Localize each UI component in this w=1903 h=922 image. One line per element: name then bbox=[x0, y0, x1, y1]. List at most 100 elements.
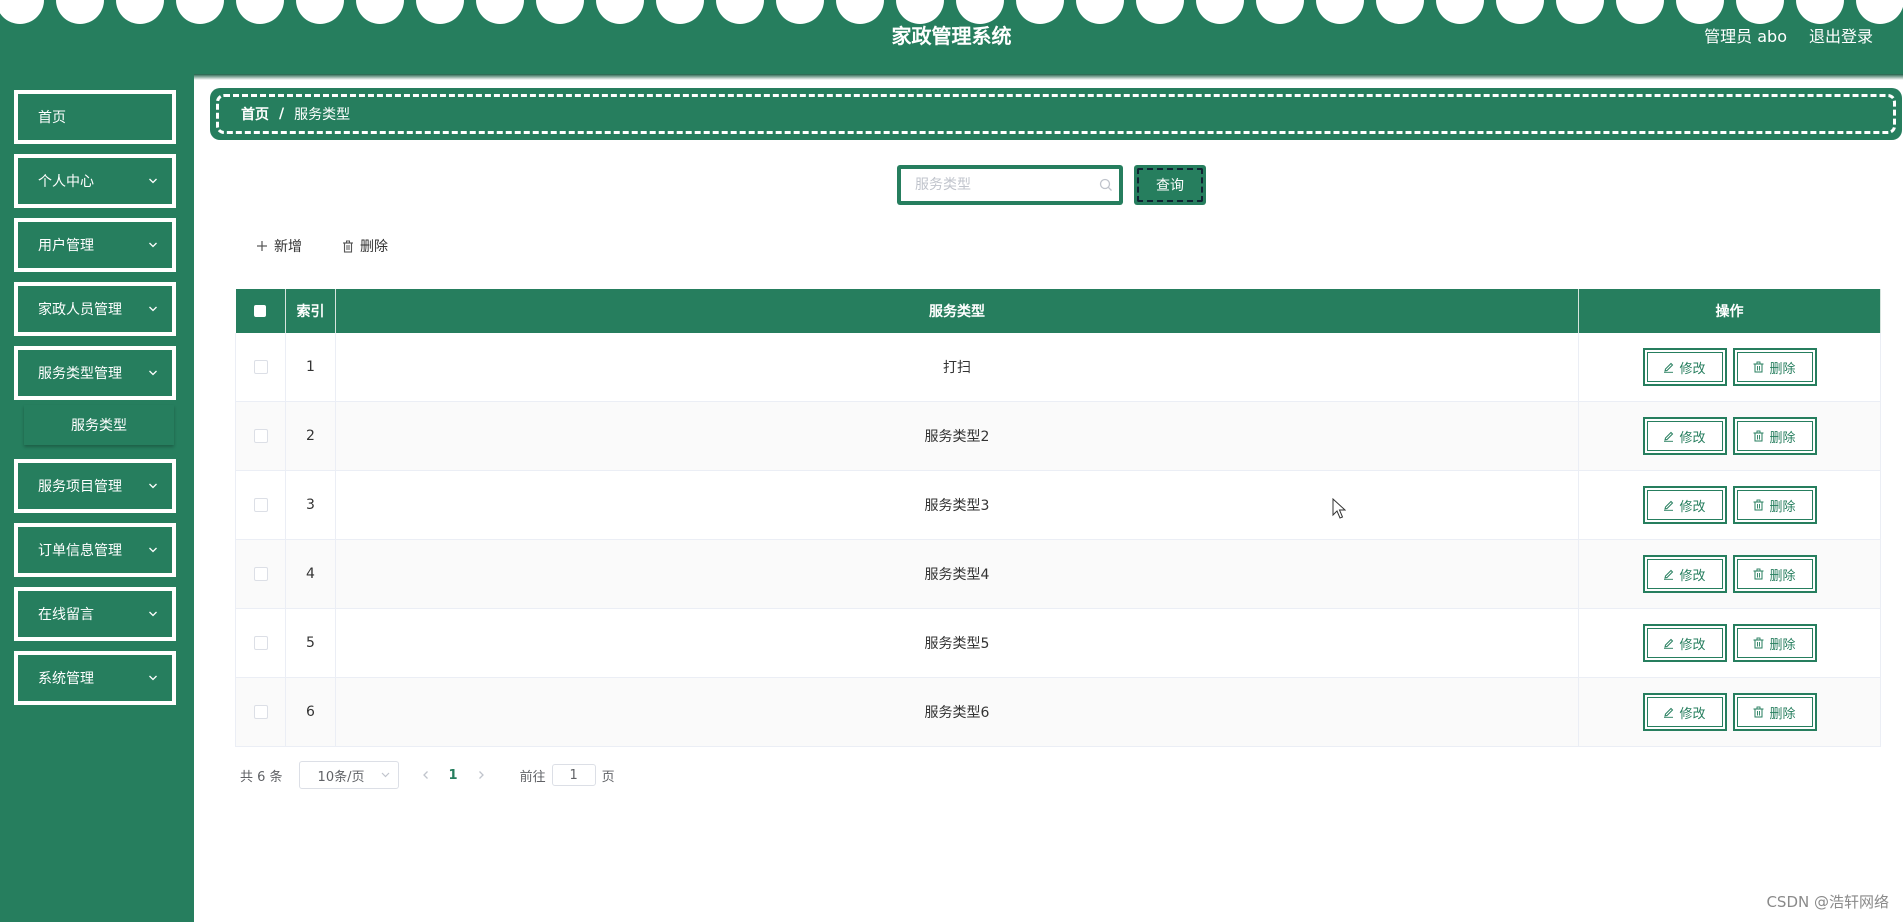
search-button-label: 查询 bbox=[1156, 178, 1184, 194]
sidebar-item[interactable]: 个人中心 bbox=[14, 154, 176, 208]
row-checkbox[interactable] bbox=[253, 567, 268, 581]
delete-button-label: 删除 bbox=[1769, 499, 1796, 515]
trash-icon bbox=[1753, 361, 1764, 373]
row-select-cell bbox=[235, 470, 286, 540]
row-checkbox[interactable] bbox=[253, 360, 268, 374]
row-index: 5 bbox=[285, 608, 336, 678]
sidebar-subitem-service-type[interactable]: 服务类型 bbox=[24, 405, 174, 445]
pencil-icon bbox=[1664, 707, 1674, 718]
edit-button-label: 修改 bbox=[1679, 361, 1706, 377]
breadcrumb-home[interactable]: 首页 bbox=[241, 104, 269, 124]
pencil-icon bbox=[1664, 362, 1674, 373]
chevron-down-icon bbox=[149, 242, 157, 248]
pencil-icon bbox=[1664, 431, 1674, 442]
sidebar-item[interactable]: 服务类型管理 bbox=[14, 346, 176, 400]
edit-button[interactable]: 修改 bbox=[1642, 486, 1727, 524]
chevron-down-icon bbox=[149, 306, 157, 312]
trash-icon bbox=[343, 240, 353, 253]
row-index: 3 bbox=[285, 470, 336, 540]
page-size-select[interactable]: 10条/页 bbox=[298, 761, 399, 789]
delete-button-label: 删除 bbox=[1769, 430, 1796, 446]
sidebar-item-label: 首页 bbox=[38, 110, 66, 126]
row-checkbox[interactable] bbox=[253, 498, 268, 512]
page-size-value: 10条/页 bbox=[317, 769, 365, 785]
sidebar-item[interactable]: 用户管理 bbox=[14, 218, 176, 272]
select-all-checkbox[interactable] bbox=[254, 305, 267, 317]
row-index: 2 bbox=[285, 401, 336, 471]
chevron-down-icon bbox=[381, 772, 389, 778]
sidebar-item[interactable]: 家政人员管理 bbox=[14, 282, 176, 336]
column-header-operations: 操作 bbox=[1578, 289, 1881, 333]
edit-button-label: 修改 bbox=[1679, 499, 1706, 515]
select-all-cell bbox=[235, 289, 286, 333]
delete-button[interactable]: 删除 bbox=[1732, 624, 1817, 662]
breadcrumb: 首页 / 服务类型 bbox=[216, 94, 1896, 134]
edit-button[interactable]: 修改 bbox=[1642, 348, 1727, 386]
delete-button[interactable]: 删除 bbox=[1732, 693, 1817, 731]
sidebar-item[interactable]: 服务项目管理 bbox=[14, 459, 176, 513]
pencil-icon bbox=[1664, 500, 1674, 511]
table-row: 2 服务类型2 修改 删除 bbox=[235, 401, 1881, 471]
search-button[interactable]: 查询 bbox=[1134, 165, 1206, 205]
add-button-label: 新增 bbox=[274, 239, 302, 255]
sidebar-item-label: 系统管理 bbox=[38, 671, 94, 687]
table-row: 5 服务类型5 修改 删除 bbox=[235, 608, 1881, 678]
edit-button[interactable]: 修改 bbox=[1642, 417, 1727, 455]
delete-button[interactable]: 删除 bbox=[1732, 486, 1817, 524]
table-row: 6 服务类型6 修改 删除 bbox=[235, 677, 1881, 747]
add-button[interactable]: 新增 bbox=[256, 236, 302, 256]
row-select-cell bbox=[235, 401, 286, 471]
search-input[interactable] bbox=[901, 169, 1119, 201]
page-unit-label: 页 bbox=[601, 769, 615, 785]
page-number-current[interactable]: 1 bbox=[449, 768, 458, 783]
row-operations: 修改 删除 bbox=[1578, 539, 1881, 609]
top-header: 家政管理系统 管理员 abo 退出登录 bbox=[0, 0, 1903, 74]
prev-page-icon[interactable] bbox=[421, 770, 431, 780]
goto-page-input[interactable] bbox=[551, 764, 596, 786]
sidebar-item-label: 服务类型管理 bbox=[38, 366, 122, 382]
sidebar-item[interactable]: 系统管理 bbox=[14, 651, 176, 705]
pagination: 共 6 条 10条/页 1 前往 页 bbox=[240, 760, 615, 790]
bulk-delete-label: 删除 bbox=[360, 239, 388, 255]
service-type-table: 索引 服务类型 操作 1 打扫 修改 删除 2 服务类型2 修改 删除 3 服务类型3 修改 删除 4 服… bbox=[235, 289, 1881, 747]
chevron-down-icon bbox=[149, 611, 157, 617]
bulk-delete-button[interactable]: 删除 bbox=[342, 236, 388, 256]
delete-button[interactable]: 删除 bbox=[1732, 348, 1817, 386]
table-header-row: 索引 服务类型 操作 bbox=[235, 289, 1881, 333]
row-operations: 修改 删除 bbox=[1578, 608, 1881, 678]
chevron-down-icon bbox=[149, 547, 157, 553]
table-row: 1 打扫 修改 删除 bbox=[235, 333, 1881, 402]
next-page-icon[interactable] bbox=[476, 770, 486, 780]
delete-button-label: 删除 bbox=[1769, 706, 1796, 722]
header-user-area: 管理员 abo 退出登录 bbox=[1704, 23, 1873, 47]
column-header-service-type: 服务类型 bbox=[335, 289, 1579, 333]
row-checkbox[interactable] bbox=[253, 705, 268, 719]
header-shadow bbox=[0, 74, 1903, 80]
edit-button-label: 修改 bbox=[1679, 706, 1706, 722]
row-checkbox[interactable] bbox=[253, 636, 268, 650]
row-checkbox[interactable] bbox=[253, 429, 268, 443]
sidebar-item[interactable]: 在线留言 bbox=[14, 587, 176, 641]
row-service-type: 服务类型4 bbox=[335, 539, 1579, 609]
chevron-down-icon bbox=[149, 370, 157, 376]
sidebar-item[interactable]: 订单信息管理 bbox=[14, 523, 176, 577]
chevron-down-icon bbox=[149, 178, 157, 184]
trash-icon bbox=[1753, 637, 1764, 649]
edit-button[interactable]: 修改 bbox=[1642, 555, 1727, 593]
sidebar-item[interactable]: 首页 bbox=[14, 90, 176, 144]
sidebar-item-label: 个人中心 bbox=[38, 174, 94, 190]
row-index: 6 bbox=[285, 677, 336, 747]
row-select-cell bbox=[235, 677, 286, 747]
trash-icon bbox=[1753, 430, 1764, 442]
row-operations: 修改 删除 bbox=[1578, 677, 1881, 747]
trash-icon bbox=[1753, 706, 1764, 718]
row-index: 1 bbox=[285, 333, 336, 402]
delete-button[interactable]: 删除 bbox=[1732, 555, 1817, 593]
chevron-down-icon bbox=[149, 675, 157, 681]
logout-link[interactable]: 退出登录 bbox=[1809, 23, 1873, 47]
edit-button[interactable]: 修改 bbox=[1642, 693, 1727, 731]
delete-button[interactable]: 删除 bbox=[1732, 417, 1817, 455]
edit-button[interactable]: 修改 bbox=[1642, 624, 1727, 662]
row-service-type: 服务类型5 bbox=[335, 608, 1579, 678]
sidebar-item-label: 订单信息管理 bbox=[38, 543, 122, 559]
